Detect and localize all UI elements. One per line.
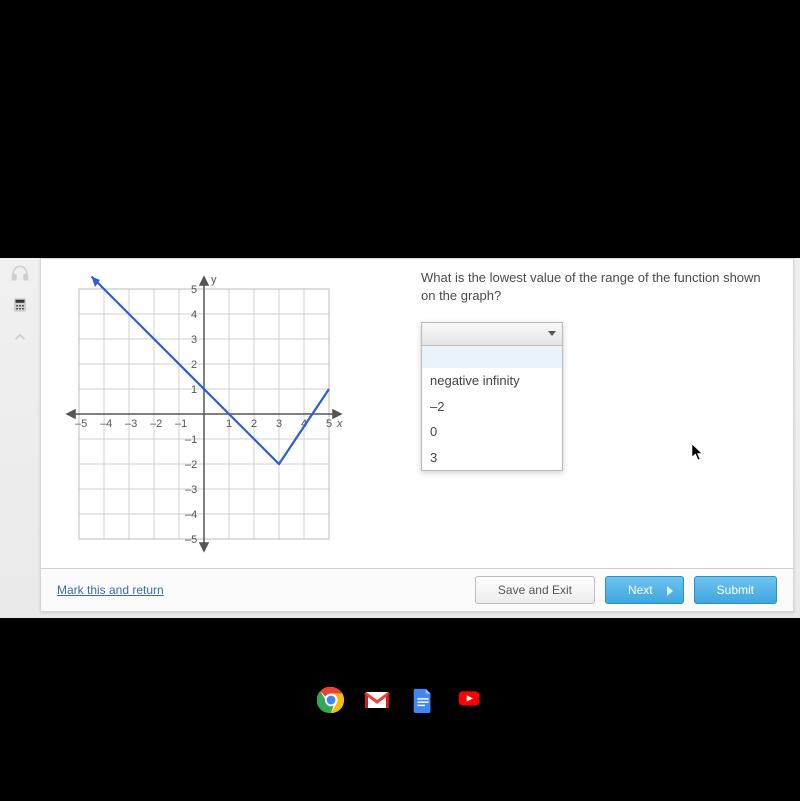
svg-text:5: 5: [326, 418, 332, 430]
svg-text:–5: –5: [75, 418, 87, 430]
svg-text:2: 2: [191, 359, 197, 371]
dropdown-toggle[interactable]: [422, 323, 562, 346]
dropdown-option-3[interactable]: 3: [422, 445, 562, 471]
chrome-icon[interactable]: [317, 686, 345, 714]
svg-text:–2: –2: [185, 459, 197, 471]
question-area: What is the lowest value of the range of…: [421, 269, 773, 471]
svg-text:2: 2: [251, 418, 257, 430]
answer-dropdown[interactable]: negative infinity –2 0 3: [421, 322, 563, 471]
save-exit-button[interactable]: Save and Exit: [475, 576, 595, 604]
mouse-cursor-icon: [691, 443, 705, 461]
svg-text:3: 3: [276, 418, 282, 430]
svg-text:5: 5: [191, 284, 197, 296]
dropdown-option-neg-2[interactable]: –2: [422, 394, 562, 420]
svg-text:1: 1: [226, 418, 232, 430]
footer-bar: Mark this and return Save and Exit Next …: [41, 568, 793, 611]
question-text-line1: What is the lowest value of the range of…: [421, 269, 773, 287]
calculator-icon[interactable]: [9, 294, 31, 316]
docs-icon[interactable]: [409, 686, 437, 714]
dropdown-option-blank[interactable]: [422, 346, 562, 368]
quiz-screen: y x –5–4–3–2–1 12345 54321 –1–2–3–4–5 Wh…: [0, 258, 800, 618]
headphones-icon[interactable]: [9, 262, 31, 284]
svg-text:–5: –5: [185, 534, 197, 546]
svg-text:–1: –1: [175, 418, 187, 430]
youtube-icon[interactable]: [455, 686, 483, 714]
svg-text:–4: –4: [185, 509, 197, 521]
next-button[interactable]: Next: [605, 576, 684, 604]
collapse-icon[interactable]: [9, 326, 31, 348]
dropdown-option-neg-infinity[interactable]: negative infinity: [422, 368, 562, 394]
svg-text:4: 4: [191, 309, 197, 321]
mark-return-link[interactable]: Mark this and return: [57, 583, 164, 597]
coordinate-graph: y x –5–4–3–2–1 12345 54321 –1–2–3–4–5: [59, 269, 359, 559]
svg-text:–4: –4: [100, 418, 112, 430]
svg-text:1: 1: [191, 384, 197, 396]
svg-text:–3: –3: [125, 418, 137, 430]
svg-text:3: 3: [191, 334, 197, 346]
svg-text:–2: –2: [150, 418, 162, 430]
question-text-line2: on the graph?: [421, 287, 773, 305]
dropdown-option-0[interactable]: 0: [422, 419, 562, 445]
svg-text:–1: –1: [185, 434, 197, 446]
svg-text:y: y: [211, 274, 217, 286]
submit-button[interactable]: Submit: [694, 576, 777, 604]
chevron-down-icon: [548, 331, 556, 336]
svg-text:x: x: [336, 418, 343, 430]
os-shelf: [0, 676, 800, 724]
svg-text:–3: –3: [185, 484, 197, 496]
tool-rail: [4, 262, 36, 348]
content-card: y x –5–4–3–2–1 12345 54321 –1–2–3–4–5 Wh…: [40, 258, 794, 612]
gmail-icon[interactable]: [363, 686, 391, 714]
